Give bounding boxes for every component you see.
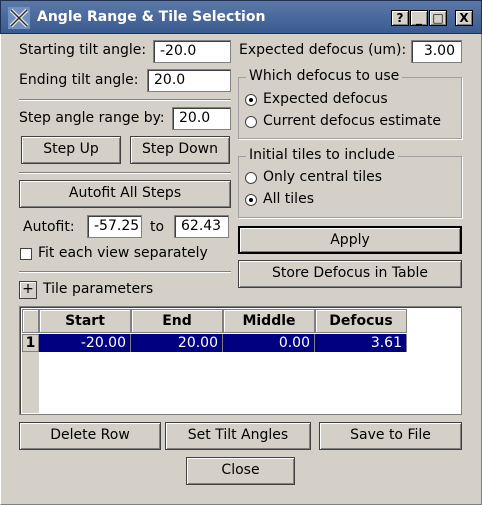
- expected-defocus-label: Expected defocus (um):: [239, 42, 407, 58]
- column-header-defocus[interactable]: Defocus: [315, 309, 407, 333]
- column-header-end[interactable]: End: [131, 309, 223, 333]
- save-to-file-button[interactable]: Save to File: [319, 422, 462, 450]
- column-header-middle[interactable]: Middle: [223, 309, 315, 333]
- ending-tilt-input[interactable]: 20.0: [147, 69, 231, 92]
- store-defocus-button[interactable]: Store Defocus in Table: [238, 260, 462, 288]
- current-defocus-option-label: Current defocus estimate: [263, 113, 441, 129]
- column-header-start[interactable]: Start: [39, 309, 131, 333]
- starting-tilt-input[interactable]: -20.0: [153, 40, 231, 63]
- maximize-button[interactable]: □: [429, 10, 447, 26]
- table-cell-end[interactable]: 20.00: [131, 334, 223, 352]
- autofit-all-steps-button[interactable]: Autofit All Steps: [19, 180, 231, 208]
- central-tiles-radio[interactable]: [245, 172, 257, 184]
- row-header-corner: [22, 309, 39, 333]
- separator: [19, 271, 231, 273]
- all-tiles-radio[interactable]: [245, 194, 257, 206]
- separator: [19, 99, 231, 101]
- title-bar[interactable]: Angle Range & Tile Selection ? _ □ X: [0, 0, 482, 34]
- all-tiles-label: All tiles: [263, 191, 314, 207]
- expected-defocus-option-label: Expected defocus: [263, 91, 388, 107]
- set-tilt-angles-button[interactable]: Set Tilt Angles: [165, 422, 311, 450]
- fit-each-view-checkbox[interactable]: [20, 248, 32, 260]
- app-logo-icon: [8, 7, 30, 29]
- which-defocus-group: [238, 77, 462, 139]
- minimize-button[interactable]: _: [410, 10, 428, 26]
- close-button[interactable]: Close: [186, 457, 295, 485]
- apply-button[interactable]: Apply: [238, 226, 462, 254]
- step-angle-label: Step angle range by:: [19, 110, 165, 126]
- fit-each-view-label: Fit each view separately: [38, 245, 208, 261]
- which-defocus-title: Which defocus to use: [246, 68, 403, 84]
- expected-defocus-input[interactable]: 3.00: [411, 40, 462, 63]
- separator: [19, 172, 231, 174]
- table-cell-start[interactable]: -20.00: [39, 334, 131, 352]
- autofit-to-label: to: [150, 219, 165, 235]
- close-window-button[interactable]: X: [455, 10, 473, 26]
- ending-tilt-label: Ending tilt angle:: [19, 72, 139, 88]
- autofit-to-input[interactable]: 62.43: [174, 215, 229, 238]
- autofit-label: Autofit:: [23, 219, 75, 235]
- tile-params-expand-button[interactable]: +: [19, 281, 37, 299]
- step-up-button[interactable]: Step Up: [21, 136, 121, 164]
- starting-tilt-label: Starting tilt angle:: [19, 42, 147, 58]
- expected-defocus-radio[interactable]: [245, 94, 257, 106]
- window-title: Angle Range & Tile Selection: [37, 9, 266, 25]
- initial-tiles-group: [238, 156, 462, 218]
- delete-row-button[interactable]: Delete Row: [19, 422, 161, 450]
- row-header[interactable]: 1: [22, 334, 39, 352]
- table-cell-defocus[interactable]: 3.61: [315, 334, 407, 352]
- current-defocus-radio[interactable]: [245, 116, 257, 128]
- tile-params-label: Tile parameters: [43, 281, 154, 297]
- autofit-from-input[interactable]: -57.25: [87, 215, 142, 238]
- step-down-button[interactable]: Step Down: [130, 136, 230, 164]
- help-button[interactable]: ?: [391, 10, 409, 26]
- initial-tiles-title: Initial tiles to include: [246, 147, 399, 163]
- row-header-column: [22, 352, 39, 413]
- step-angle-input[interactable]: 20.0: [172, 107, 231, 130]
- central-tiles-label: Only central tiles: [263, 169, 383, 185]
- table-cell-middle[interactable]: 0.00: [223, 334, 315, 352]
- tile-parameters-table[interactable]: Start End Middle Defocus 1 -20.00 20.00 …: [19, 306, 462, 415]
